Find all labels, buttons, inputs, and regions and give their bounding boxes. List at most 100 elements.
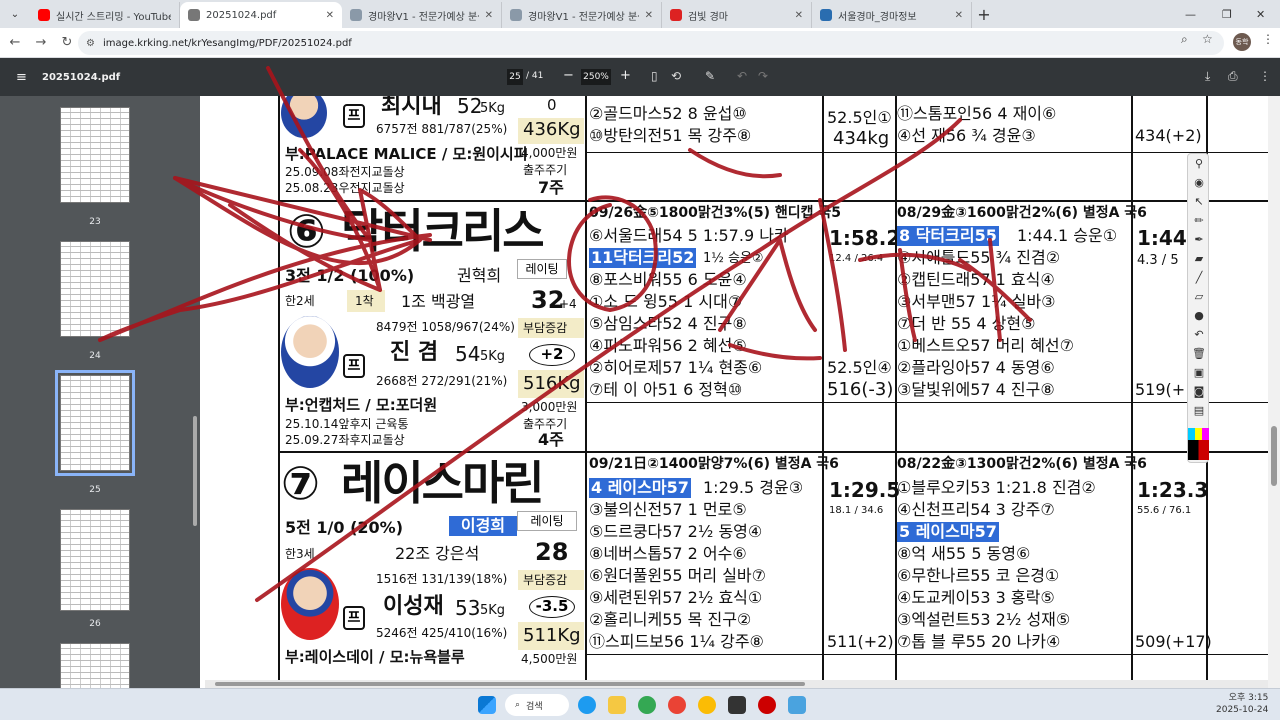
highlighter-icon[interactable]: ▰	[1188, 249, 1210, 268]
avatar[interactable]: 동학	[1233, 33, 1251, 51]
brush-icon[interactable]: ✒	[1188, 230, 1210, 249]
undo-icon[interactable]: ↶	[737, 69, 747, 83]
chrome-icon[interactable]	[668, 696, 686, 714]
hamburger-menu-icon[interactable]: ≡	[16, 70, 27, 85]
thumbnail-page-24[interactable]	[60, 241, 130, 337]
restore-button[interactable]: ❐	[1222, 0, 1232, 28]
tab-seoul-racing[interactable]: 서울경마_경마정보 ✕	[812, 2, 972, 28]
zoom-out-button[interactable]: −	[563, 68, 574, 83]
thumbnail-label: 26	[89, 619, 101, 629]
scrollbar-thumb[interactable]	[1271, 426, 1277, 486]
trash-icon[interactable]: 🗑	[1188, 344, 1210, 363]
race-entry: ⑦더 반 55 4 상현⑤	[897, 314, 1036, 333]
page-number-input[interactable]: 25	[507, 69, 523, 85]
race-time: 1:23.3	[1137, 478, 1209, 502]
zoom-input[interactable]: 250%	[581, 69, 611, 85]
chrome-icon[interactable]	[638, 696, 656, 714]
tab-pdf[interactable]: 20251024.pdf ✕	[180, 2, 342, 28]
thumbnail-page-26[interactable]	[60, 509, 130, 611]
thumbnail-page-25[interactable]	[55, 370, 135, 476]
line-icon[interactable]: ╱	[1188, 268, 1210, 287]
race-entry: ⑪스톰포인56 4 재이⑥	[897, 104, 1057, 123]
download-icon[interactable]: ⤓	[1205, 69, 1210, 84]
chrome-icon[interactable]	[698, 696, 716, 714]
dot-icon[interactable]: ●	[1188, 306, 1210, 325]
cursor-icon[interactable]: ↖	[1188, 192, 1210, 211]
eraser-icon[interactable]: ▱	[1188, 287, 1210, 306]
file-explorer-icon[interactable]	[608, 696, 626, 714]
body-weight: 509(+17)	[1135, 632, 1212, 651]
clipboard-icon[interactable]: ▤	[1188, 401, 1210, 420]
tab-youtube[interactable]: 실시간 스트리밍 - YouTube Stu	[30, 2, 180, 28]
bookmark-star-icon[interactable]: ☆	[1202, 32, 1213, 46]
scrollbar-thumb[interactable]	[215, 682, 805, 686]
trainer-name: 이경희	[449, 516, 517, 536]
horse-name: 레이스마린	[341, 456, 545, 510]
eye-icon[interactable]: ◉	[1188, 173, 1210, 192]
windows-start-icon[interactable]	[478, 696, 496, 714]
app-icon[interactable]	[758, 696, 776, 714]
drawing-toolbar: ⚲ ◉ ↖ ✏ ✒ ▰ ╱ ▱ ● ↶ 🗑 ▣ ◙ ▤	[1187, 153, 1209, 463]
back-button[interactable]: ←	[2, 35, 28, 50]
tab-geombit[interactable]: 검빛 경마 ✕	[662, 2, 812, 28]
url-field[interactable]: ⚙ image.krking.net/krYesangImg/PDF/20251…	[78, 31, 1224, 55]
tab-gyeongmawang-1[interactable]: 경마왕V1 - 전문가예상 분석은✕	[342, 2, 502, 28]
system-clock[interactable]: 오후 3:15 2025-10-24	[1216, 692, 1268, 716]
print-icon[interactable]: ⎙	[1228, 69, 1238, 84]
site-info-icon[interactable]: ⚙	[86, 38, 95, 49]
injury-note: 25.10.14앞후지 근육통	[285, 417, 409, 431]
annotate-pen-icon[interactable]: ✎	[705, 69, 715, 83]
vertical-scrollbar[interactable]	[1268, 96, 1280, 688]
race-entry: ⑧포스비워55 6 도윤④	[589, 270, 747, 289]
group-trainer: 22조 강은석	[395, 544, 480, 563]
pencil-icon[interactable]: ✏	[1188, 211, 1210, 230]
search-icon: ⌕	[515, 700, 521, 710]
screen-icon[interactable]: ▣	[1188, 363, 1210, 382]
body-weight: 519(+	[1135, 380, 1186, 399]
youtube-icon	[38, 9, 50, 21]
zoom-in-button[interactable]: +	[620, 68, 631, 83]
new-tab-button[interactable]: +	[972, 5, 996, 24]
horse-age: 한3세	[285, 547, 315, 561]
pin-icon[interactable]: ⚲	[1188, 154, 1210, 173]
close-icon[interactable]: ✕	[645, 10, 653, 21]
jockey-weight: 52	[457, 96, 483, 118]
zoom-icon[interactable]: ⌕	[1181, 32, 1188, 47]
trainer-stats: 8479전 1058/967(24%)	[376, 320, 515, 334]
color-palette[interactable]	[1188, 440, 1209, 460]
fit-page-icon[interactable]: ▯	[651, 69, 658, 83]
rotate-icon[interactable]: ⟲	[671, 69, 681, 83]
more-options-icon[interactable]: ⋮	[1259, 69, 1271, 83]
tab-gyeongmawang-2[interactable]: 경마왕V1 - 전문가예상 분석은✕	[502, 2, 662, 28]
jockey-weight: 53	[455, 596, 481, 620]
more-menu-icon[interactable]: ⋮	[1262, 32, 1274, 46]
app-icon[interactable]	[788, 696, 806, 714]
minimize-button[interactable]: —	[1185, 0, 1196, 28]
close-icon[interactable]: ✕	[326, 10, 334, 21]
race-split: 55.6 / 76.1	[1137, 505, 1192, 516]
race-entry: ④시애틀드55 ¾ 진겸②	[897, 248, 1061, 267]
forward-button[interactable]: →	[28, 35, 54, 50]
out-cycle: 7주	[538, 178, 564, 197]
close-window-button[interactable]: ✕	[1256, 0, 1265, 28]
close-icon[interactable]: ✕	[485, 10, 493, 21]
race-entry: ④선 재56 ¾ 경윤③	[897, 126, 1036, 145]
reload-button[interactable]: ↻	[54, 35, 80, 50]
undo-icon[interactable]: ↶	[1188, 325, 1210, 344]
close-icon[interactable]: ✕	[795, 10, 803, 21]
camera-icon[interactable]: ◙	[1188, 382, 1210, 401]
taskbar-search[interactable]: ⌕ 검색	[505, 694, 569, 716]
redo-icon[interactable]: ↷	[758, 69, 768, 83]
race-time: 1:29.5 경윤③	[703, 478, 804, 497]
body-weight: 511Kg	[523, 625, 581, 646]
tab-search-button[interactable]: ⌄	[4, 3, 26, 25]
app-icon[interactable]	[728, 696, 746, 714]
thumbnail-page-27[interactable]	[60, 643, 130, 688]
edge-icon[interactable]	[578, 696, 596, 714]
jockey-stats: 2668전 272/291(21%)	[376, 374, 508, 388]
weight-unit: 5Kg	[480, 603, 506, 618]
close-icon[interactable]: ✕	[955, 10, 963, 21]
thumbnail-scrollbar[interactable]	[193, 416, 197, 526]
horizontal-scrollbar[interactable]	[205, 680, 1268, 688]
thumbnail-page-23[interactable]	[60, 107, 130, 203]
